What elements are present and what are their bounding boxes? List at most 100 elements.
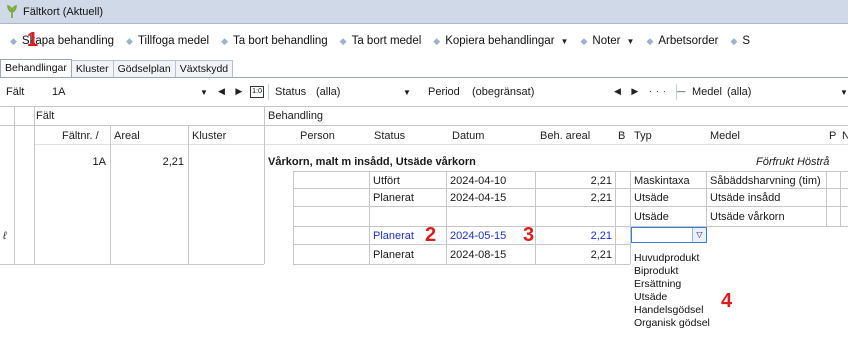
period-nav-icons[interactable]: ◀ ▶ ··· — xyxy=(614,86,689,97)
type-combobox[interactable]: ▽ xyxy=(631,227,707,243)
row5-status[interactable]: Planerat xyxy=(373,249,414,261)
column-header-medel[interactable]: Medel xyxy=(710,130,740,142)
annotation-2: 2 xyxy=(425,224,437,246)
row2-type[interactable]: Utsäde xyxy=(634,192,669,204)
dropdown-option-handelsgodsel[interactable]: Handelsgödsel xyxy=(634,304,724,317)
annotation-1: 1 xyxy=(27,29,39,51)
grid-line xyxy=(840,171,841,226)
create-treatment-button[interactable]: ◆ Skapa behandling xyxy=(10,35,114,47)
period-filter-select[interactable]: (obegränsat) xyxy=(472,86,534,98)
column-header-n[interactable]: N xyxy=(842,130,848,142)
agent-filter-label: Medel xyxy=(692,86,722,98)
group-header-behandling: Behandling xyxy=(268,110,324,122)
grid-line xyxy=(34,144,848,145)
column-header-b[interactable]: B xyxy=(618,130,625,142)
row5-date[interactable]: 2024-08-15 xyxy=(450,249,506,261)
column-header-faltnr[interactable]: Fältnr. / xyxy=(62,130,99,142)
grid-line xyxy=(293,264,630,265)
grid-line xyxy=(0,106,848,107)
bullet-icon: ◆ xyxy=(646,35,654,46)
bullet-icon: ◆ xyxy=(126,35,133,46)
bullet-icon: ◆ xyxy=(10,35,17,46)
tab-godselplan[interactable]: Gödselplan xyxy=(112,60,176,77)
bullet-icon: ◆ xyxy=(580,35,588,46)
column-header-datum[interactable]: Datum xyxy=(452,130,484,142)
delete-treatment-button[interactable]: ◆ Ta bort behandling xyxy=(221,35,328,47)
row4-status[interactable]: Planerat xyxy=(373,230,414,242)
agent-filter-select[interactable]: (alla) xyxy=(727,86,751,98)
grid-line xyxy=(14,106,15,264)
field-nav-icons[interactable]: ◀ ▶ ··· xyxy=(218,86,274,97)
tab-vaxtskydd[interactable]: Växtskydd xyxy=(174,60,234,77)
row3-type[interactable]: Utsäde xyxy=(634,211,669,223)
crop-title: Vårkorn, malt m insådd, Utsäde vårkorn xyxy=(268,156,476,168)
column-header-person[interactable]: Person xyxy=(300,130,335,142)
column-header-beh-areal[interactable]: Beh. areal xyxy=(540,130,590,142)
window-title: Fältkort (Aktuell) xyxy=(23,5,104,18)
dropdown-option-ersattning[interactable]: Ersättning xyxy=(634,278,724,291)
dropdown-option-utsade[interactable]: Utsäde xyxy=(634,291,724,304)
field-select-chevron-icon[interactable]: ▼ xyxy=(200,88,208,97)
tab-kluster[interactable]: Kluster xyxy=(70,60,114,77)
period-filter-label: Period xyxy=(428,86,460,98)
row1-date[interactable]: 2024-04-10 xyxy=(450,175,506,187)
column-header-areal[interactable]: Areal xyxy=(114,130,140,142)
work-order-label: Arbetsorder xyxy=(658,35,719,47)
crop-note: Förfrukt Höstrå xyxy=(756,156,830,168)
row2-agent[interactable]: Utsäde insådd xyxy=(710,192,780,204)
row5-area[interactable]: 2,21 xyxy=(560,249,612,261)
field-filter-select[interactable]: 1A xyxy=(52,86,65,98)
row2-area[interactable]: 2,21 xyxy=(560,192,612,204)
column-header-kluster[interactable]: Kluster xyxy=(192,130,226,142)
more-toolbar-button[interactable]: ◆ S xyxy=(730,35,750,47)
notes-button[interactable]: ◆ Noter ▼ xyxy=(580,35,634,47)
status-chevron-icon[interactable]: ▼ xyxy=(403,88,411,97)
grid-line xyxy=(34,106,35,264)
grid-line xyxy=(293,188,848,189)
field-number-cell[interactable]: 1A xyxy=(80,156,106,168)
grid-line xyxy=(264,106,265,264)
grid-line xyxy=(446,171,447,264)
column-header-typ[interactable]: Typ xyxy=(634,130,652,142)
row4-date[interactable]: 2024-05-15 xyxy=(450,230,506,242)
copy-treatments-label: Kopiera behandlingar xyxy=(445,35,555,47)
group-header-falt: Fält xyxy=(36,110,55,122)
app-leaf-icon xyxy=(6,4,18,19)
row1-status[interactable]: Utfört xyxy=(373,175,400,187)
dropdown-option-organisk-godsel[interactable]: Organisk gödsel xyxy=(634,317,724,330)
status-filter-select[interactable]: (alla) xyxy=(316,86,340,98)
row2-status[interactable]: Planerat xyxy=(373,192,414,204)
grid-line xyxy=(293,171,294,264)
notes-label: Noter xyxy=(592,35,621,47)
row1-agent[interactable]: Såbäddsharvning (tim) xyxy=(710,175,821,187)
row3-agent[interactable]: Utsäde vårkorn xyxy=(710,211,785,223)
row4-area[interactable]: 2,21 xyxy=(560,230,612,242)
agent-chevron-icon[interactable]: ▼ xyxy=(840,88,848,97)
type-dropdown-list: Huvudprodukt Biprodukt Ersättning Utsäde… xyxy=(634,252,724,330)
tab-behandlingar[interactable]: Behandlingar xyxy=(0,59,72,77)
row2-date[interactable]: 2024-04-15 xyxy=(450,192,506,204)
annotation-3: 3 xyxy=(523,224,535,246)
row1-area[interactable]: 2,21 xyxy=(560,175,612,187)
copy-treatments-button[interactable]: ◆ Kopiera behandlingar ▼ xyxy=(433,35,568,47)
add-agent-label: Tillfoga medel xyxy=(137,35,210,47)
chevron-down-icon[interactable]: ▽ xyxy=(692,228,706,242)
column-header-p[interactable]: P xyxy=(829,130,836,142)
grid-line xyxy=(0,125,848,126)
field-area-cell[interactable]: 2,21 xyxy=(140,156,184,168)
grid-line xyxy=(110,125,111,264)
column-header-status[interactable]: Status xyxy=(374,130,405,142)
dropdown-option-huvudprodukt[interactable]: Huvudprodukt xyxy=(634,252,724,265)
grid-line xyxy=(293,226,848,227)
field-grid-icon[interactable]: 1:0 xyxy=(250,86,264,98)
dropdown-option-biprodukt[interactable]: Biprodukt xyxy=(634,265,724,278)
delete-agent-button[interactable]: ◆ Ta bort medel xyxy=(340,35,422,47)
row1-type[interactable]: Maskintaxa xyxy=(634,175,690,187)
toolbar: ◆ Skapa behandling ◆ Tillfoga medel ◆ Ta bo… xyxy=(0,30,848,52)
work-order-button[interactable]: ◆ Arbetsorder xyxy=(646,35,718,47)
grid-line xyxy=(706,171,707,226)
bullet-icon: ◆ xyxy=(221,35,229,46)
add-agent-button[interactable]: ◆ Tillfoga medel xyxy=(126,35,209,47)
grid-line xyxy=(826,171,827,226)
more-toolbar-label: S xyxy=(742,35,751,47)
